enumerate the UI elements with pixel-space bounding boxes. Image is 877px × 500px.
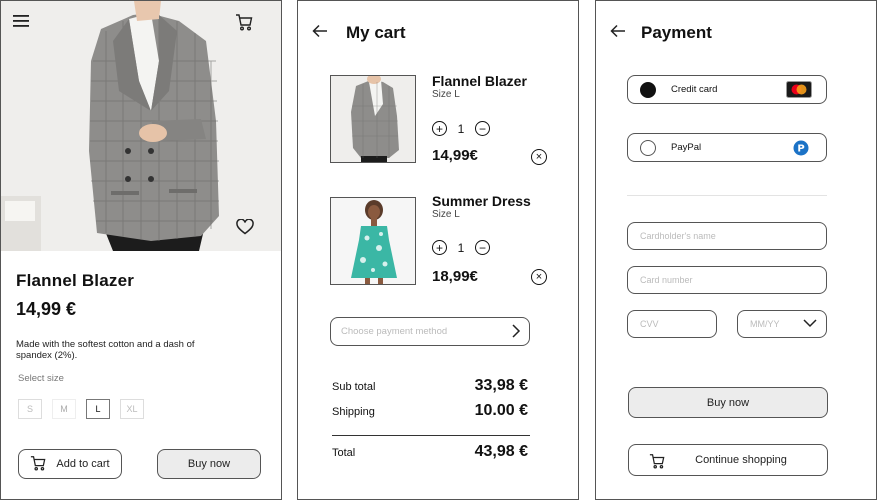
- cart-icon: [649, 453, 665, 472]
- payment-method-select[interactable]: Choose payment method: [330, 317, 530, 346]
- chevron-right-icon: [511, 324, 521, 341]
- payment-option-paypal[interactable]: PayPal P: [627, 133, 827, 162]
- shipping-label: Shipping: [332, 406, 375, 418]
- summary-divider: [332, 435, 530, 436]
- buy-now-label: Buy now: [187, 458, 231, 470]
- buy-now-label: Buy now: [706, 396, 750, 409]
- continue-shopping-label: Continue shopping: [695, 454, 787, 466]
- total-label: Total: [332, 447, 356, 459]
- radio-unselected-icon[interactable]: [640, 140, 656, 156]
- payment-option-credit-card[interactable]: Credit card: [627, 75, 827, 104]
- cart-item-size: Size L: [432, 209, 460, 220]
- decrease-quantity-button[interactable]: −: [475, 121, 490, 136]
- page-title: Payment: [641, 23, 712, 42]
- buy-now-button[interactable]: Buy now: [628, 387, 828, 418]
- quantity-value: 1: [457, 121, 465, 136]
- subtotal-value: 33,98 €: [474, 377, 528, 394]
- svg-text:P: P: [797, 144, 804, 155]
- back-arrow-icon[interactable]: [312, 24, 332, 44]
- product-screen: Flannel Blazer 14,99 € Made with the sof…: [0, 0, 282, 500]
- cardholder-name-input[interactable]: [640, 231, 814, 241]
- size-option-s[interactable]: S: [18, 399, 42, 419]
- cart-screen: My cart Flannel Blazer Size L + 1 − 14,9…: [297, 0, 579, 500]
- page-title: My cart: [346, 23, 406, 42]
- product-description: Made with the softest cotton and a dash …: [16, 339, 195, 361]
- section-divider: [627, 195, 827, 196]
- quantity-value: 1: [457, 240, 465, 255]
- cart-item-image: [330, 75, 416, 163]
- cart-icon: [30, 455, 46, 474]
- subtotal-row: Sub total 33,98 €: [332, 377, 528, 395]
- size-selector: S M L XL: [18, 399, 144, 419]
- paypal-icon: P: [793, 140, 809, 161]
- card-number-field[interactable]: [627, 266, 827, 294]
- size-option-m[interactable]: M: [52, 399, 76, 419]
- increase-quantity-button[interactable]: +: [432, 240, 447, 255]
- cardholder-name-field[interactable]: [627, 222, 827, 250]
- add-to-cart-button[interactable]: Add to cart: [18, 449, 122, 479]
- radio-selected-icon[interactable]: [640, 82, 656, 98]
- blazer-photo: [1, 1, 281, 251]
- card-number-input[interactable]: [640, 275, 814, 285]
- payment-screen: Payment Credit card PayPal P MM: [595, 0, 877, 500]
- shipping-value: 10.00 €: [474, 402, 528, 419]
- expiry-select[interactable]: MM/YY: [737, 310, 827, 338]
- payment-option-label: Credit card: [671, 84, 718, 95]
- cart-item-image: [330, 197, 416, 285]
- chevron-down-icon: [803, 319, 817, 330]
- product-price: 14,99 €: [16, 299, 77, 319]
- payment-option-label: PayPal: [671, 142, 702, 153]
- cart-item-name: Summer Dress: [432, 193, 531, 209]
- back-arrow-icon[interactable]: [610, 24, 630, 44]
- menu-icon[interactable]: [13, 15, 35, 35]
- product-title: Flannel Blazer: [16, 271, 135, 290]
- quantity-stepper: + 1 −: [432, 240, 490, 255]
- buy-now-button[interactable]: Buy now: [157, 449, 261, 479]
- cvv-field[interactable]: [627, 310, 717, 338]
- cart-item-price: 14,99€: [432, 147, 478, 164]
- cart-item-size: Size L: [432, 89, 460, 100]
- size-label: Select size: [18, 373, 64, 384]
- total-row: Total 43,98 €: [332, 443, 528, 461]
- size-option-xl[interactable]: XL: [120, 399, 144, 419]
- increase-quantity-button[interactable]: +: [432, 121, 447, 136]
- decrease-quantity-button[interactable]: −: [475, 240, 490, 255]
- cart-item-name: Flannel Blazer: [432, 73, 527, 89]
- heart-icon[interactable]: [236, 219, 260, 241]
- payment-method-placeholder: Choose payment method: [341, 326, 448, 337]
- mastercard-icon: [786, 81, 812, 103]
- shipping-row: Shipping 10.00 €: [332, 402, 528, 420]
- size-option-l[interactable]: L: [86, 399, 110, 419]
- add-to-cart-label: Add to cart: [56, 458, 110, 470]
- cart-icon[interactable]: [235, 13, 259, 37]
- expiry-placeholder: MM/YY: [750, 319, 780, 329]
- remove-item-button[interactable]: ×: [531, 149, 547, 165]
- subtotal-label: Sub total: [332, 381, 376, 393]
- cvv-input[interactable]: [640, 319, 704, 329]
- cart-item-price: 18,99€: [432, 268, 478, 285]
- product-hero-image: [1, 1, 281, 251]
- total-value: 43,98 €: [474, 443, 528, 460]
- continue-shopping-button[interactable]: Continue shopping: [628, 444, 828, 476]
- remove-item-button[interactable]: ×: [531, 269, 547, 285]
- quantity-stepper: + 1 −: [432, 121, 490, 136]
